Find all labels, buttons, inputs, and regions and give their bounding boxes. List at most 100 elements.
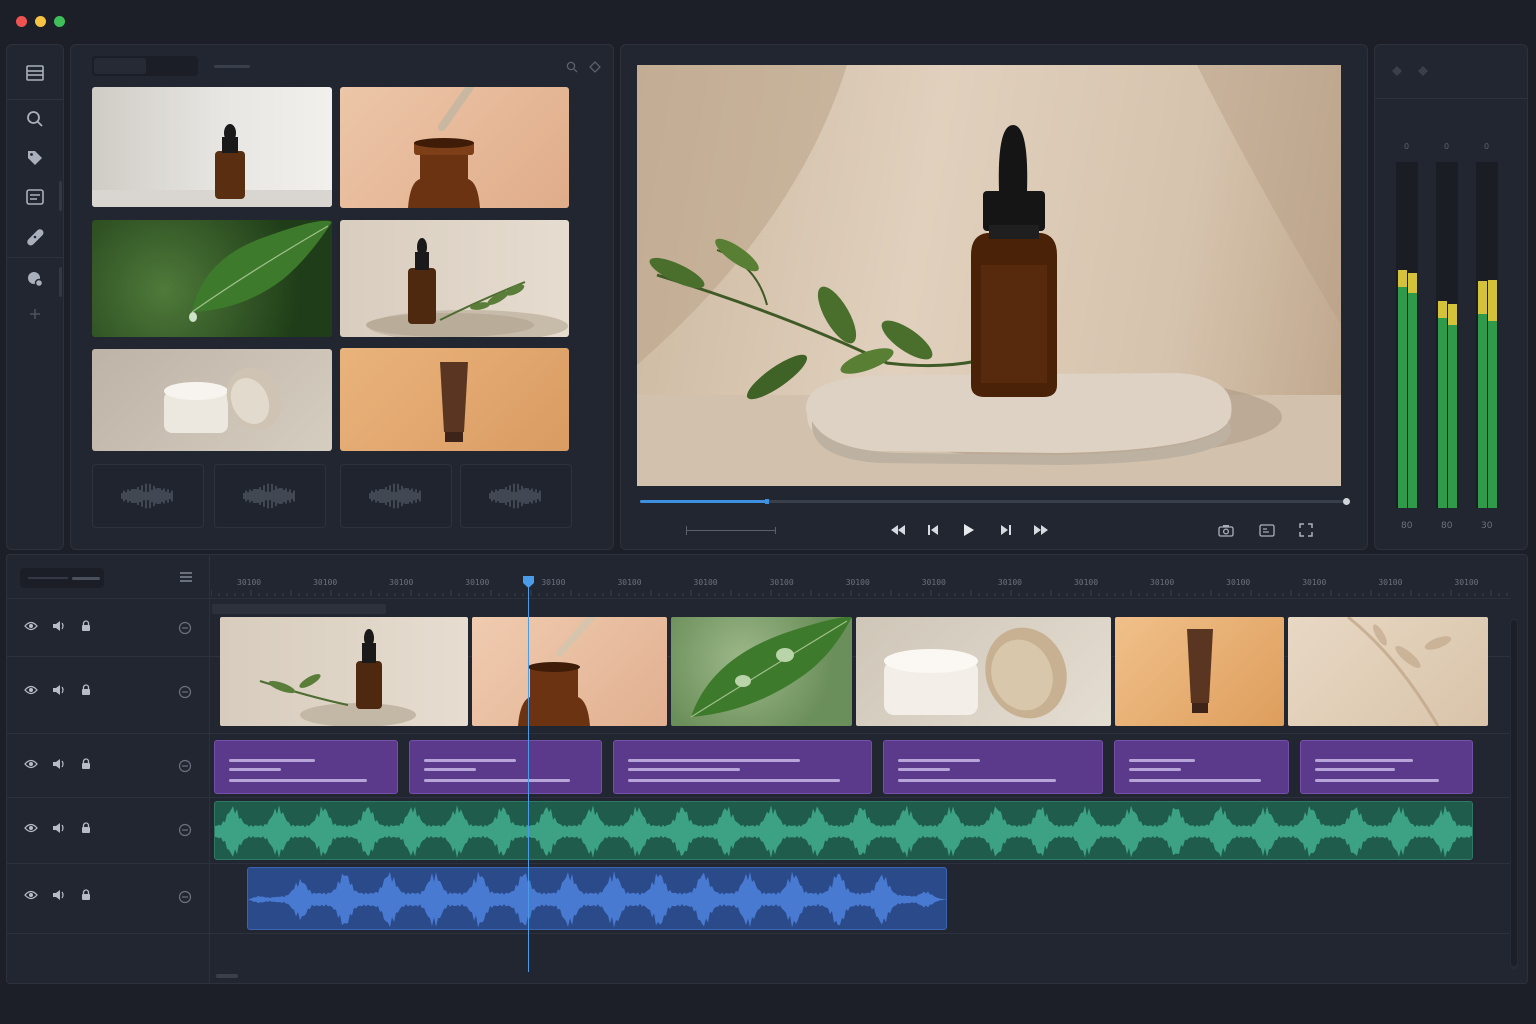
meter-green-level — [1408, 293, 1417, 508]
meter-scale-bottom-label: 80 — [1401, 521, 1413, 531]
video-clip[interactable] — [1115, 617, 1284, 726]
close-button[interactable] — [16, 16, 27, 27]
meter-green-level — [1488, 321, 1497, 508]
ruler-label: 30100 — [1378, 578, 1403, 587]
audio-clip-music[interactable] — [214, 801, 1473, 860]
caption-clip[interactable] — [1300, 740, 1473, 794]
zoom-slider-tick — [686, 526, 687, 535]
timeline-menu-icon[interactable] — [176, 568, 196, 586]
video-clip[interactable] — [1288, 617, 1488, 726]
scrubber-end-marker — [1343, 498, 1350, 505]
panel-handle[interactable] — [59, 267, 62, 297]
snapshot-icon[interactable] — [1214, 520, 1238, 540]
video-clip[interactable] — [671, 617, 852, 726]
meter-yellow-level — [1448, 303, 1457, 325]
ruler-label: 30100 — [769, 578, 794, 587]
audio-clip[interactable] — [340, 464, 452, 528]
ruler-label: 30100 — [1454, 578, 1479, 587]
eye-icon[interactable] — [24, 759, 38, 769]
lock-icon[interactable] — [80, 684, 92, 696]
meter-scale-top-label: 0 — [1444, 142, 1450, 151]
video-clip[interactable] — [856, 617, 1111, 726]
media-thumbnail[interactable] — [340, 348, 569, 451]
lock-icon[interactable] — [80, 889, 92, 901]
zoom-slider[interactable] — [686, 526, 776, 535]
viewer-frame[interactable] — [637, 65, 1341, 486]
caption-clip[interactable] — [409, 740, 602, 794]
media-thumbnail[interactable] — [92, 220, 332, 337]
video-clip[interactable] — [220, 617, 468, 726]
eye-icon[interactable] — [24, 890, 38, 900]
eye-icon[interactable] — [24, 823, 38, 833]
maximize-button[interactable] — [54, 16, 65, 27]
playhead-handle[interactable] — [523, 576, 534, 588]
speaker-icon[interactable] — [52, 822, 66, 834]
bandage-icon[interactable] — [21, 223, 49, 251]
caption-clip[interactable] — [613, 740, 872, 794]
caption-clip[interactable] — [214, 740, 398, 794]
target-icon[interactable] — [176, 822, 194, 838]
lock-icon[interactable] — [80, 822, 92, 834]
meter-link-icon[interactable] — [1416, 64, 1430, 78]
target-icon[interactable] — [176, 889, 194, 905]
eye-icon[interactable] — [24, 685, 38, 695]
minimize-button[interactable] — [35, 16, 46, 27]
fast-forward-icon[interactable] — [1029, 520, 1053, 540]
fullscreen-icon[interactable] — [1294, 520, 1318, 540]
media-thumbnail[interactable] — [340, 87, 569, 208]
media-thumbnail[interactable] — [340, 220, 569, 337]
add-icon[interactable] — [21, 301, 49, 327]
viewer-progress-knob[interactable] — [765, 499, 770, 504]
step-back-icon[interactable] — [922, 520, 944, 540]
view-toggle-active[interactable] — [94, 58, 146, 74]
media-thumbnail[interactable] — [92, 87, 332, 207]
menu-icon[interactable] — [21, 59, 49, 87]
timeline-zoom-control[interactable] — [20, 568, 104, 588]
search-icon[interactable] — [562, 58, 582, 76]
sort-control[interactable] — [214, 65, 250, 68]
caption-clip[interactable] — [1114, 740, 1289, 794]
audio-clip[interactable] — [92, 464, 204, 528]
video-clip[interactable] — [472, 617, 667, 726]
lock-icon[interactable] — [80, 758, 92, 770]
eye-icon[interactable] — [24, 621, 38, 631]
meter-settings-icon[interactable] — [1390, 64, 1404, 78]
tag-icon[interactable] — [21, 144, 49, 172]
speaker-icon[interactable] — [52, 758, 66, 770]
scrollbar-thumb[interactable] — [1511, 620, 1517, 966]
step-forward-icon[interactable] — [995, 520, 1017, 540]
ruler-label: 30100 — [1302, 578, 1327, 587]
meter-yellow-level — [1438, 301, 1447, 318]
viewer-progress-fill — [640, 500, 768, 503]
toolbar-divider — [7, 99, 63, 100]
search-icon[interactable] — [21, 105, 49, 133]
audio-clip-voice[interactable] — [247, 867, 947, 930]
meter-yellow-level — [1408, 272, 1417, 294]
caption-clip[interactable] — [883, 740, 1103, 794]
target-icon[interactable] — [176, 758, 194, 774]
filter-icon[interactable] — [585, 58, 605, 76]
playhead-line[interactable] — [528, 584, 529, 972]
speaker-icon[interactable] — [52, 620, 66, 632]
media-view-toggle[interactable] — [92, 56, 198, 76]
speaker-icon[interactable] — [52, 889, 66, 901]
ghost-clip[interactable] — [212, 604, 386, 614]
track-header-video-2 — [24, 620, 92, 632]
audio-clip[interactable] — [214, 464, 326, 528]
captions-icon[interactable] — [21, 183, 49, 211]
viewer-scrubber[interactable] — [640, 498, 1350, 505]
play-icon[interactable] — [958, 519, 980, 541]
audio-clip[interactable] — [460, 464, 572, 528]
target-icon[interactable] — [176, 620, 194, 636]
overlay-icon[interactable] — [1255, 520, 1279, 540]
rewind-icon[interactable] — [886, 520, 910, 540]
ruler-label: 30100 — [997, 578, 1022, 587]
target-icon[interactable] — [176, 684, 194, 700]
speaker-icon[interactable] — [52, 684, 66, 696]
timeline-horizontal-scrollbar[interactable] — [216, 974, 238, 978]
lock-icon[interactable] — [80, 620, 92, 632]
panel-handle[interactable] — [59, 181, 62, 211]
timeline-vertical-scrollbar[interactable] — [1510, 618, 1518, 970]
color-wheel-icon[interactable] — [21, 265, 49, 293]
media-thumbnail[interactable] — [92, 349, 332, 451]
